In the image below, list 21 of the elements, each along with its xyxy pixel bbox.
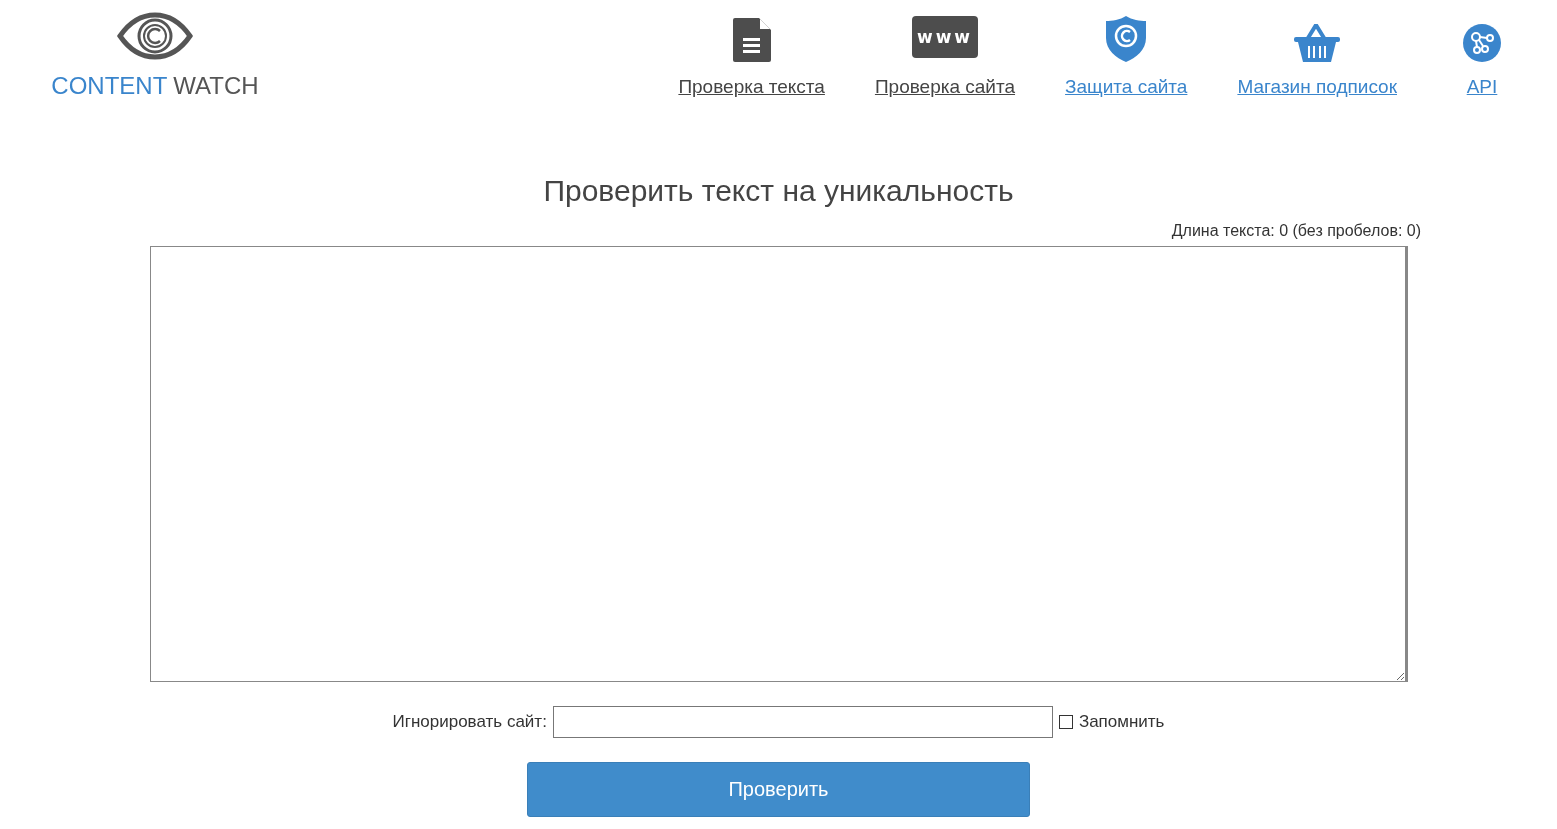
nav-link[interactable]: Защита сайта — [1065, 76, 1188, 98]
ignore-site-field[interactable] — [552, 706, 1053, 738]
text-input-area[interactable] — [149, 246, 1408, 682]
remember-label: Запомнить — [1078, 712, 1165, 732]
nav-link[interactable]: Проверка сайта — [874, 76, 1016, 98]
document-icon — [732, 18, 771, 62]
eye-logo-icon — [117, 12, 193, 60]
nav-link[interactable]: Магазин подписок — [1237, 76, 1397, 98]
brand-name: CONTENT — [51, 72, 168, 100]
basket-icon — [1294, 24, 1341, 62]
network-icon — [1463, 24, 1501, 62]
shield-icon — [1106, 16, 1147, 62]
nav-link[interactable]: Проверка текста — [678, 76, 825, 98]
nav-link[interactable]: API — [1466, 76, 1498, 98]
remember-checkbox[interactable] — [1058, 715, 1073, 729]
brand-name: WATCH — [173, 72, 259, 100]
ignore-site-label: Игнорировать сайт: — [392, 712, 547, 732]
www-icon: www — [912, 16, 978, 58]
check-button[interactable]: Проверить — [527, 762, 1030, 817]
page-heading: Проверить текст на уникальность — [543, 174, 1014, 208]
text-length-info: Длина текста: 0 (без пробелов: 0) — [1171, 222, 1421, 240]
